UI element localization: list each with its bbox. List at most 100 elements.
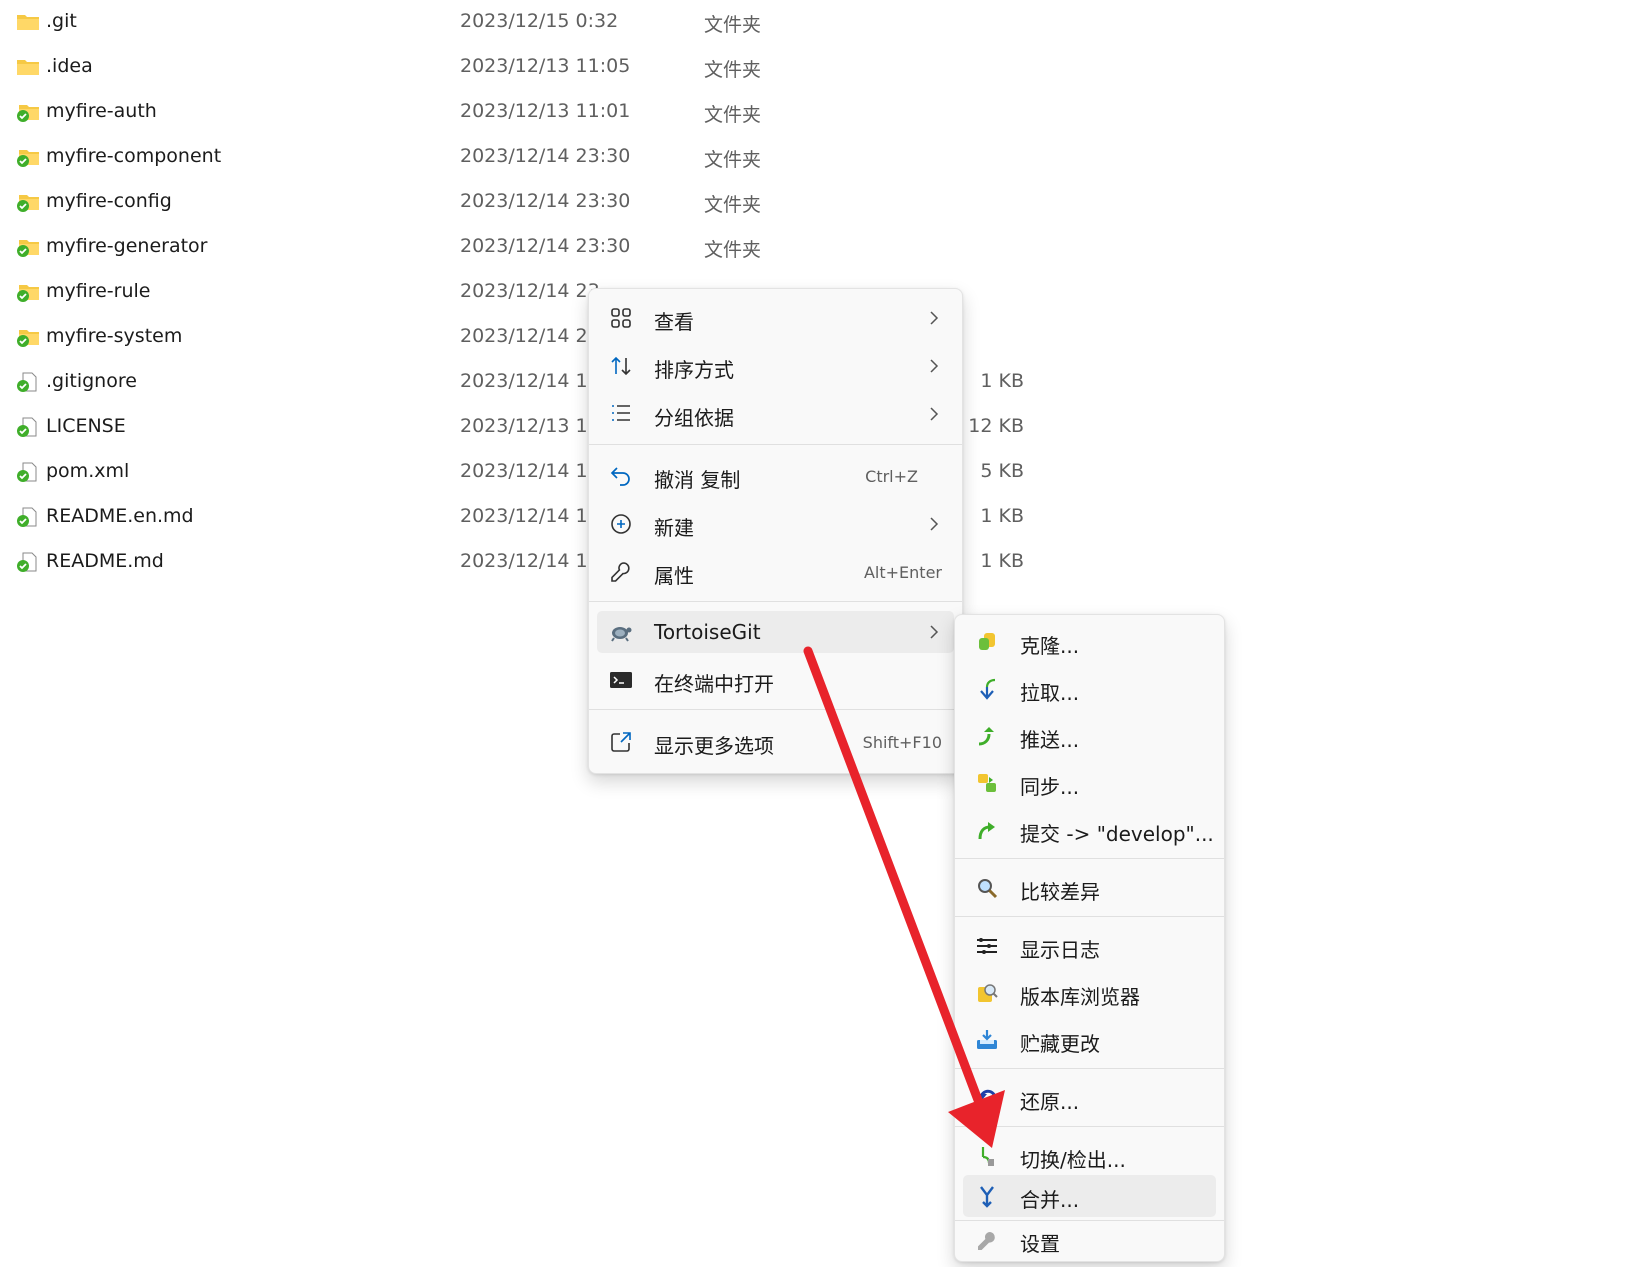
file-size: 1 KB xyxy=(980,550,1024,572)
submenu-item-diff[interactable]: 比较差异 xyxy=(963,867,1216,909)
submenu-item-label: 同步... xyxy=(1020,775,1080,799)
chevron-right-icon xyxy=(930,359,939,373)
submenu-item-label: 版本库浏览器 xyxy=(1020,985,1140,1009)
submenu-item-label: 推送... xyxy=(1020,728,1080,752)
menu-item-view[interactable]: 查看 xyxy=(597,297,954,339)
file-date: 2023/12/14 23:30 xyxy=(460,145,631,167)
menu-item-shortcut: Ctrl+Z xyxy=(865,467,918,486)
file-name: myfire-component xyxy=(46,145,222,167)
submenu-item-merge[interactable]: 合并... xyxy=(963,1175,1216,1217)
file-row-myfire-auth[interactable]: myfire-auth 2023/12/13 11:01 文件夹 xyxy=(0,90,1100,135)
submenu-item-settings[interactable]: 设置 xyxy=(963,1223,1216,1257)
file-row-idea[interactable]: .idea 2023/12/13 11:05 文件夹 xyxy=(0,45,1100,90)
file-size: 1 KB xyxy=(980,505,1024,527)
file-type: 文件夹 xyxy=(704,104,762,126)
git-folder-icon xyxy=(17,195,39,212)
file-row-git[interactable]: .git 2023/12/15 0:32 文件夹 xyxy=(0,0,1100,45)
chevron-right-icon xyxy=(930,517,939,531)
submenu-item-repo-browser[interactable]: 版本库浏览器 xyxy=(963,972,1216,1014)
sort-icon xyxy=(611,356,631,376)
stash-icon xyxy=(977,1030,997,1049)
menu-item-label: 属性 xyxy=(654,564,694,588)
menu-item-sort[interactable]: 排序方式 xyxy=(597,345,954,387)
tortoisegit-submenu: 克隆... 拉取... 推送... 同步... 提交 -> "develop".… xyxy=(954,614,1225,1262)
file-row-myfire-component[interactable]: myfire-component 2023/12/14 23:30 文件夹 xyxy=(0,135,1100,180)
file-name: myfire-generator xyxy=(46,235,208,257)
menu-item-shortcut: Alt+Enter xyxy=(863,563,942,582)
submenu-item-push[interactable]: 推送... xyxy=(963,715,1216,757)
file-date: 2023/12/15 0:32 xyxy=(460,10,619,32)
chevron-right-icon xyxy=(930,625,939,639)
external-icon xyxy=(611,732,631,752)
menu-separator xyxy=(589,444,962,445)
git-folder-icon xyxy=(17,285,39,302)
file-date: 2023/12/14 17 xyxy=(460,550,600,572)
context-menu: 查看 排序方式 分组依据 撤消 复制 Ctrl+Z 新建 属性 Alt+Ente… xyxy=(588,288,963,774)
submenu-separator xyxy=(955,916,1224,917)
commit-icon xyxy=(978,822,995,840)
repo-browser-icon xyxy=(978,984,998,1002)
file-type: 文件夹 xyxy=(704,239,762,261)
terminal-icon xyxy=(610,672,632,688)
file-name: LICENSE xyxy=(46,415,126,437)
settings-wrench-icon xyxy=(978,1232,995,1250)
submenu-item-log[interactable]: 显示日志 xyxy=(963,925,1216,967)
menu-item-group[interactable]: 分组依据 xyxy=(597,393,954,435)
submenu-separator xyxy=(955,858,1224,859)
menu-item-new[interactable]: 新建 xyxy=(597,503,954,545)
submenu-item-switch[interactable]: 切换/检出... xyxy=(963,1135,1216,1177)
submenu-item-revert[interactable]: 还原... xyxy=(963,1077,1216,1119)
submenu-item-label: 拉取... xyxy=(1020,681,1080,705)
file-date: 2023/12/14 17 xyxy=(460,460,600,482)
chevron-right-icon xyxy=(930,311,939,325)
menu-item-label: 撤消 复制 xyxy=(654,468,741,492)
submenu-item-clone[interactable]: 克隆... xyxy=(963,621,1216,663)
clone-icon xyxy=(979,633,995,650)
folder-icon xyxy=(17,15,39,30)
git-file-icon xyxy=(17,417,37,437)
file-row-myfire-config[interactable]: myfire-config 2023/12/14 23:30 文件夹 xyxy=(0,180,1100,225)
submenu-item-label: 合并... xyxy=(1020,1188,1080,1212)
merge-icon xyxy=(980,1186,994,1208)
revert-icon xyxy=(977,1089,997,1107)
menu-item-terminal[interactable]: 在终端中打开 xyxy=(597,659,954,701)
submenu-item-commit[interactable]: 提交 -> "develop"... xyxy=(963,809,1216,851)
git-file-icon xyxy=(17,462,37,482)
file-type: 文件夹 xyxy=(704,14,762,36)
submenu-separator xyxy=(955,1126,1224,1127)
git-file-icon xyxy=(17,507,37,527)
menu-item-properties[interactable]: 属性 Alt+Enter xyxy=(597,551,954,593)
file-name: myfire-system xyxy=(46,325,183,347)
file-name: .git xyxy=(46,10,77,32)
submenu-item-pull[interactable]: 拉取... xyxy=(963,668,1216,710)
file-type: 文件夹 xyxy=(704,149,762,171)
file-size: 12 KB xyxy=(968,415,1024,437)
git-folder-icon xyxy=(17,330,39,347)
file-date: 2023/12/14 23 xyxy=(460,325,600,347)
submenu-item-label: 比较差异 xyxy=(1020,880,1100,904)
submenu-item-stash[interactable]: 贮藏更改 xyxy=(963,1019,1216,1061)
menu-item-undo[interactable]: 撤消 复制 Ctrl+Z xyxy=(597,455,954,497)
menu-item-label: 在终端中打开 xyxy=(654,672,774,696)
submenu-item-label: 提交 -> "develop"... xyxy=(1020,822,1214,846)
file-date: 2023/12/13 11:05 xyxy=(460,55,631,77)
switch-icon xyxy=(981,1147,994,1166)
menu-item-label: 显示更多选项 xyxy=(654,734,774,758)
menu-item-tortoisegit[interactable]: TortoiseGit xyxy=(597,611,954,653)
file-name: README.en.md xyxy=(46,505,194,527)
menu-item-show-more[interactable]: 显示更多选项 Shift+F10 xyxy=(597,721,954,763)
submenu-item-sync[interactable]: 同步... xyxy=(963,762,1216,804)
menu-item-shortcut: Shift+F10 xyxy=(862,733,942,752)
menu-item-label: 查看 xyxy=(654,310,694,334)
file-date: 2023/12/14 17 xyxy=(460,505,600,527)
grid-view-icon xyxy=(611,308,631,328)
pull-icon xyxy=(980,678,996,700)
git-folder-icon xyxy=(17,150,39,167)
file-row-myfire-generator[interactable]: myfire-generator 2023/12/14 23:30 文件夹 xyxy=(0,225,1100,270)
submenu-separator xyxy=(955,1068,1224,1069)
file-size: 1 KB xyxy=(980,370,1024,392)
file-date: 2023/12/13 11:01 xyxy=(460,100,631,122)
submenu-separator xyxy=(955,1220,1224,1221)
git-file-icon xyxy=(17,372,37,392)
tortoisegit-icon xyxy=(611,627,632,642)
